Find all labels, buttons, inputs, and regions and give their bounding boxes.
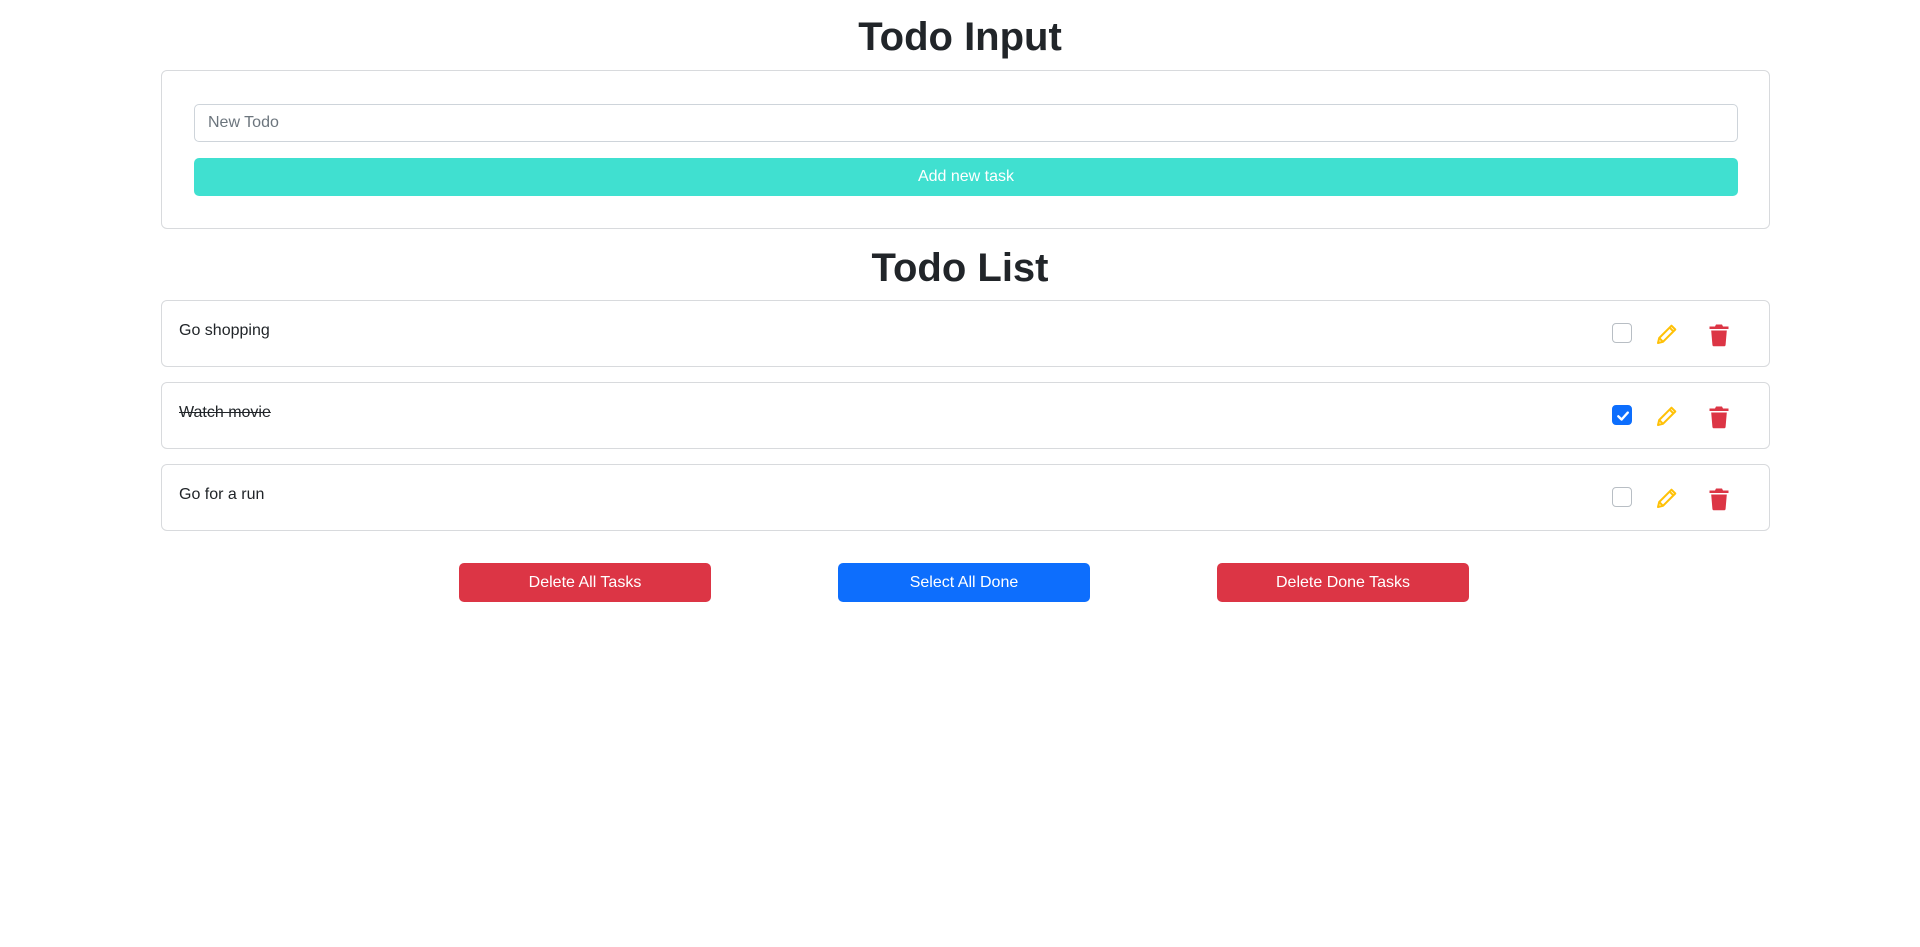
trash-icon[interactable]	[1708, 487, 1730, 511]
todo-done-checkbox[interactable]	[1612, 405, 1632, 425]
todo-done-checkbox[interactable]	[1612, 323, 1632, 343]
add-new-task-button[interactable]: Add new task	[194, 158, 1738, 196]
todo-item: Go shopping	[161, 300, 1770, 367]
todo-item: Go for a run	[161, 464, 1770, 531]
pencil-icon[interactable]	[1655, 322, 1679, 346]
todo-done-checkbox[interactable]	[1612, 487, 1632, 507]
todo-item-text: Watch movie	[179, 404, 271, 421]
todo-item: Watch movie	[161, 382, 1770, 449]
todo-input-title: Todo Input	[858, 15, 1062, 59]
pencil-icon[interactable]	[1655, 486, 1679, 510]
select-all-done-button[interactable]: Select All Done	[838, 563, 1090, 602]
todo-input-card: Add new task	[161, 70, 1770, 229]
pencil-icon[interactable]	[1655, 404, 1679, 428]
todo-list-title: Todo List	[871, 246, 1049, 290]
checkmark-icon	[1617, 411, 1629, 421]
new-todo-input[interactable]	[194, 104, 1738, 142]
delete-done-tasks-button[interactable]: Delete Done Tasks	[1217, 563, 1469, 602]
trash-icon[interactable]	[1708, 405, 1730, 429]
todo-item-text: Go shopping	[179, 322, 270, 339]
todo-item-text: Go for a run	[179, 486, 265, 503]
page: Todo Input Add new task Todo List Go sho…	[0, 0, 1920, 947]
trash-icon[interactable]	[1708, 323, 1730, 347]
delete-all-tasks-button[interactable]: Delete All Tasks	[459, 563, 711, 602]
